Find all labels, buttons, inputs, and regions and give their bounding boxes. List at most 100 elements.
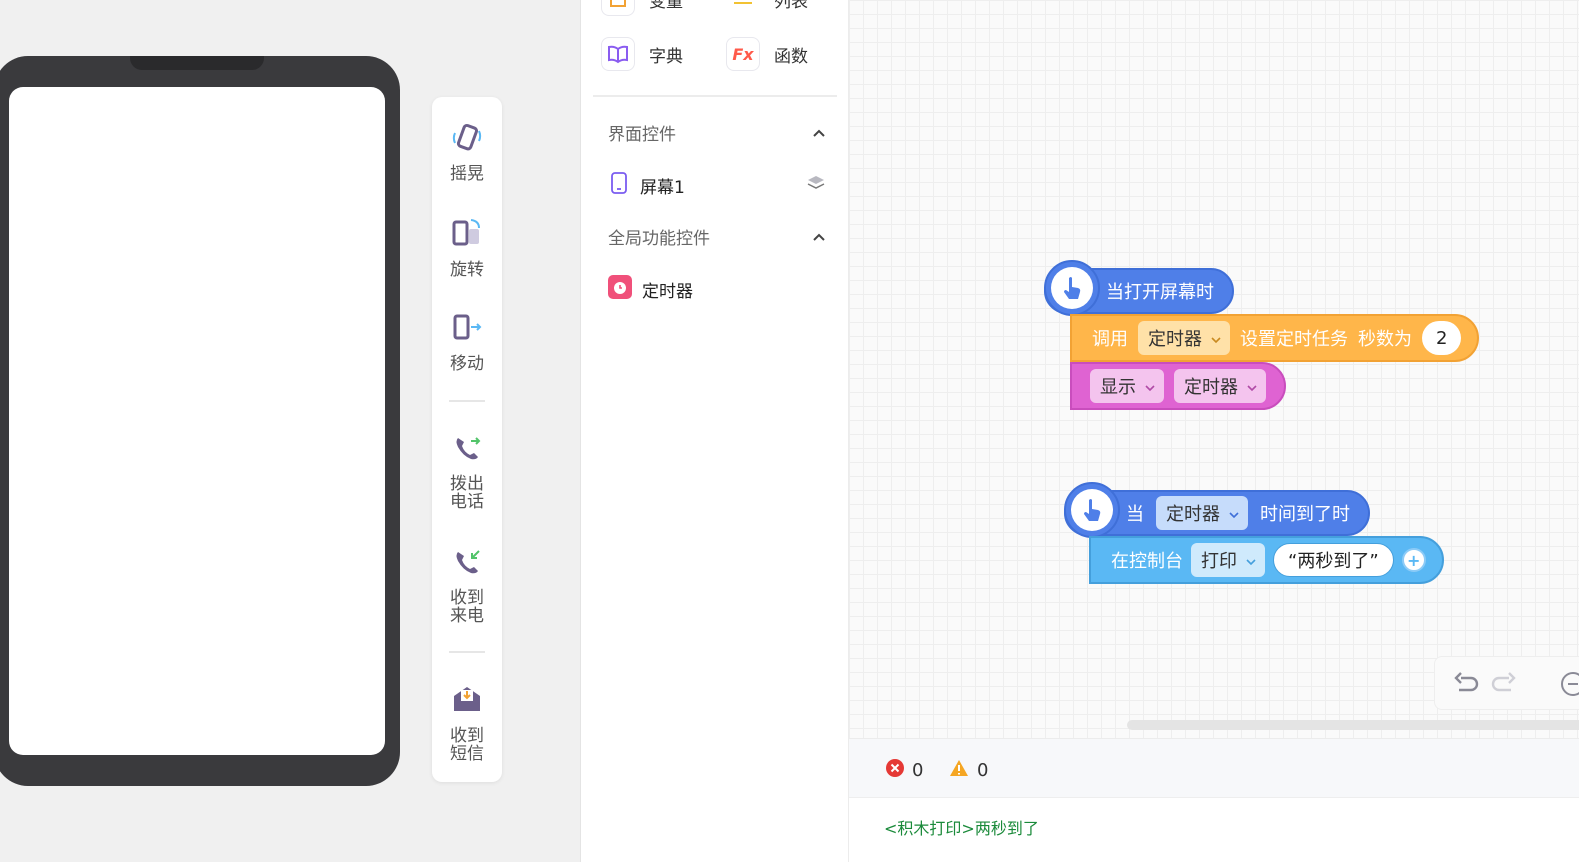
show-timer-block[interactable]: 显示 定时器 (1070, 362, 1286, 410)
move-phone-icon (449, 309, 485, 349)
dropdown-value: 定时器 (1184, 377, 1238, 398)
sensor-divider (449, 651, 485, 653)
history-toolbar (1434, 656, 1579, 710)
sensor-label: 收到来电 (450, 588, 484, 626)
blocks-panel: 变量 列表 字典 Fx 函数 界面控件 屏幕1 全局功能控件 定时器 (581, 0, 849, 862)
chevron-down-icon (1144, 376, 1156, 397)
dropdown-value: 显示 (1100, 377, 1136, 398)
sensor-move[interactable]: 移动 (432, 309, 502, 373)
sensor-divider (449, 400, 485, 402)
event-block-timer-fired[interactable]: 当 定时器 时间到了时 (1064, 482, 1370, 538)
chevron-down-icon (1245, 550, 1257, 571)
event-block-screen-open[interactable]: 当打开屏幕时 (1044, 260, 1234, 316)
chevron-up-icon (812, 123, 826, 143)
zoom-icon[interactable] (1559, 670, 1579, 702)
dropdown-value: 定时器 (1166, 504, 1220, 525)
dropdown-value: 定时器 (1148, 329, 1202, 350)
panel-divider (593, 95, 837, 97)
category-dict[interactable]: 字典 (601, 37, 683, 71)
control-item-timer[interactable]: 定时器 (608, 275, 826, 303)
control-item-screen1[interactable]: 屏幕1 (608, 171, 826, 199)
sensor-toolbar: 摇晃 旋转 移动 拨出电话 收到来电 收到短信 (432, 97, 502, 782)
category-label: 列表 (774, 0, 808, 12)
sensor-outgoing-call[interactable]: 拨出电话 (432, 429, 502, 511)
console-log-line: <积木打印>两秒到了 (884, 819, 1039, 838)
section-title: 全局功能控件 (608, 229, 710, 249)
block-text: 设置定时任务 (1240, 329, 1348, 350)
rotate-phone-icon (449, 215, 485, 255)
block-text: 时间到了时 (1260, 504, 1350, 525)
sensor-label: 旋转 (450, 260, 484, 280)
dropdown-value: 打印 (1201, 551, 1237, 572)
block-text: 调用 (1092, 329, 1128, 350)
clock-icon (608, 275, 632, 303)
section-ui-controls[interactable]: 界面控件 (608, 120, 826, 145)
phone-screen[interactable] (9, 87, 385, 755)
event-hand-badge (1044, 260, 1100, 316)
category-list[interactable]: 列表 (726, 0, 808, 16)
block-text: 当打开屏幕时 (1106, 282, 1214, 303)
sensor-label: 拨出电话 (450, 474, 484, 512)
timer-dropdown[interactable]: 定时器 (1156, 496, 1248, 530)
list-icon (726, 0, 760, 16)
block-text: 当 (1126, 504, 1144, 525)
redo-icon[interactable] (1489, 670, 1517, 700)
chevron-down-icon (1210, 328, 1222, 349)
sensor-shake[interactable]: 摇晃 (432, 119, 502, 183)
book-icon (601, 37, 635, 71)
phone-frame (0, 56, 400, 786)
event-hand-badge (1064, 482, 1120, 538)
category-function[interactable]: Fx 函数 (726, 37, 808, 71)
sms-received-icon (449, 681, 485, 721)
section-title: 界面控件 (608, 125, 676, 145)
sensor-label: 收到短信 (450, 726, 484, 764)
item-label: 屏幕1 (640, 177, 685, 198)
console-status-bar: 0 0 (849, 739, 1579, 798)
incoming-call-icon (449, 543, 485, 583)
sensor-sms[interactable]: 收到短信 (432, 681, 502, 763)
shake-phone-icon (449, 119, 485, 159)
call-timer-block[interactable]: 调用 定时器 设置定时任务 秒数为 2 (1070, 314, 1480, 362)
layers-icon[interactable] (806, 174, 826, 196)
block-text: 秒数为 (1358, 329, 1412, 350)
sensor-label: 移动 (450, 354, 484, 374)
show-dropdown[interactable]: 显示 (1090, 369, 1164, 403)
section-global-controls[interactable]: 全局功能控件 (608, 224, 826, 249)
phone-icon (608, 171, 630, 199)
sensor-label: 摇晃 (450, 164, 484, 184)
warning-icon (949, 759, 969, 782)
block-text: 在控制台 (1111, 551, 1183, 572)
warning-count[interactable]: 0 (949, 759, 988, 782)
print-dropdown[interactable]: 打印 (1191, 543, 1265, 577)
console-panel: 0 0 <积木打印>两秒到了 (849, 738, 1579, 862)
timer-dropdown[interactable]: 定时器 (1174, 369, 1266, 403)
error-count[interactable]: 0 (886, 759, 923, 782)
variable-icon (601, 0, 635, 16)
error-count-value: 0 (912, 760, 924, 781)
item-label: 定时器 (642, 281, 693, 302)
hand-pointer-icon (1071, 489, 1113, 531)
function-icon: Fx (726, 37, 760, 71)
category-variable[interactable]: 变量 (601, 0, 683, 16)
preview-area: 摇晃 旋转 移动 拨出电话 收到来电 收到短信 (0, 0, 581, 862)
sensor-rotate[interactable]: 旋转 (432, 215, 502, 279)
sensor-incoming-call[interactable]: 收到来电 (432, 543, 502, 625)
block-workspace[interactable]: 当打开屏幕时 调用 定时器 设置定时任务 秒数为 2 显示 定时器 当 定时器 (849, 0, 1579, 738)
category-label: 变量 (649, 0, 683, 12)
timer-dropdown[interactable]: 定时器 (1138, 321, 1230, 355)
message-input[interactable]: “两秒到了” (1273, 543, 1394, 577)
category-label: 字典 (649, 46, 683, 67)
outgoing-call-icon (449, 429, 485, 469)
hand-pointer-icon (1051, 267, 1093, 309)
horizontal-scrollbar[interactable] (1127, 720, 1579, 730)
seconds-input[interactable]: 2 (1422, 321, 1462, 355)
category-label: 函数 (774, 46, 808, 67)
warning-count-value: 0 (977, 760, 989, 781)
error-icon (886, 759, 904, 782)
chevron-down-icon (1228, 503, 1240, 524)
console-print-block[interactable]: 在控制台 打印 “两秒到了” + (1089, 536, 1444, 584)
phone-notch (130, 56, 264, 70)
undo-icon[interactable] (1453, 670, 1481, 700)
add-argument-button[interactable]: + (1401, 548, 1426, 572)
chevron-down-icon (1246, 376, 1258, 397)
